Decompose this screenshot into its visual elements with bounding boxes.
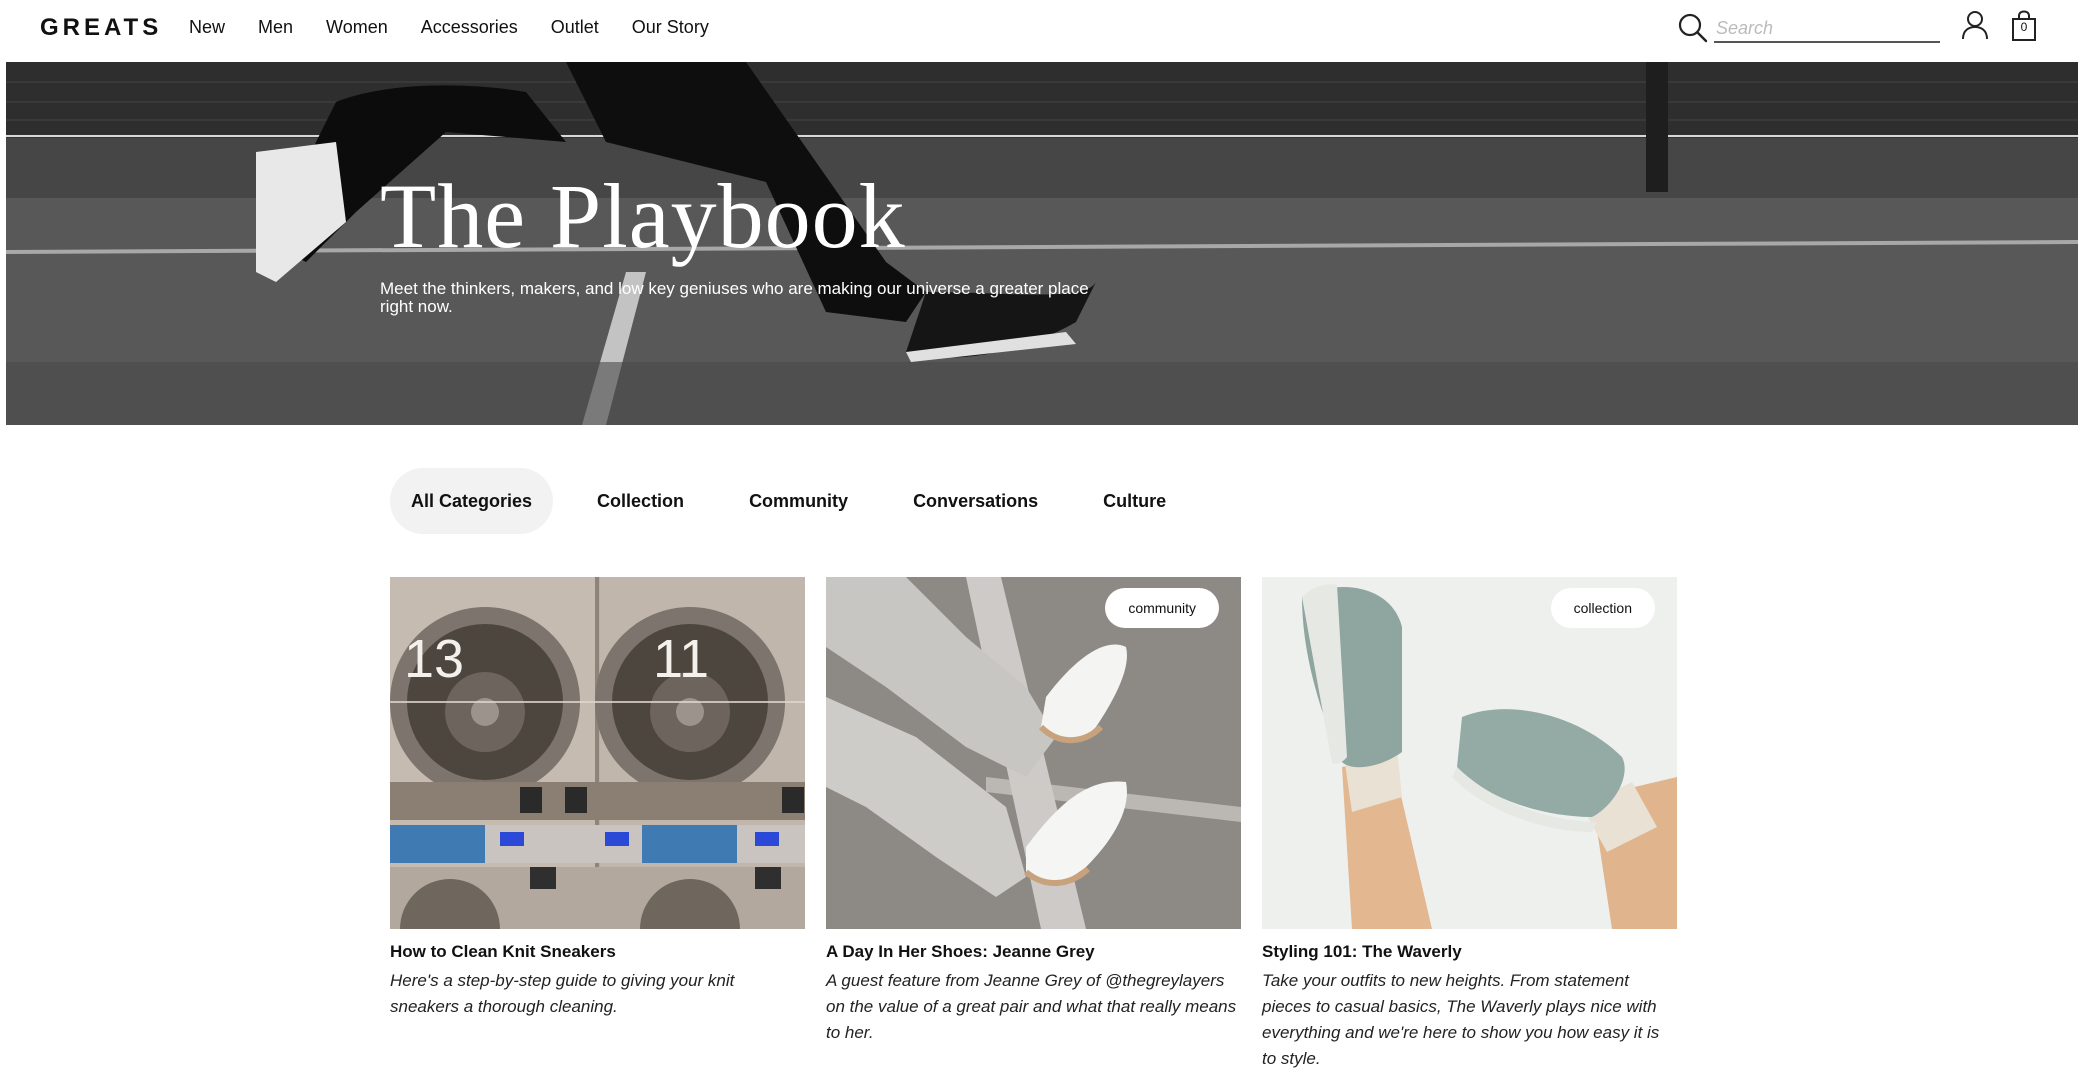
category-badge[interactable]: community bbox=[1105, 588, 1219, 628]
article-description: Here's a step-by-step guide to giving yo… bbox=[390, 971, 735, 1016]
bag-count: 0 bbox=[2020, 20, 2028, 34]
hero-image bbox=[6, 62, 2078, 425]
site-header: GREATS New Men Women Accessories Outlet … bbox=[0, 0, 2084, 62]
nav-item-accessories[interactable]: Accessories bbox=[421, 17, 518, 38]
article-card[interactable]: community A Day In Her Shoes: Jeanne Gre… bbox=[826, 577, 1241, 1046]
account-icon[interactable] bbox=[1961, 10, 1989, 40]
page-title: The Playbook bbox=[380, 165, 906, 267]
article-description: A guest feature from Jeanne Grey of @the… bbox=[826, 971, 1237, 1042]
article-title[interactable]: A Day In Her Shoes: Jeanne Grey bbox=[826, 942, 1241, 962]
article-description: Take your outfits to new heights. From s… bbox=[1262, 971, 1660, 1068]
nav-item-our-story[interactable]: Our Story bbox=[632, 17, 709, 38]
category-badge[interactable]: collection bbox=[1550, 588, 1655, 628]
search-icon[interactable] bbox=[1678, 13, 1708, 43]
article-image[interactable]: community bbox=[826, 577, 1241, 929]
nav-item-women[interactable]: Women bbox=[326, 17, 388, 38]
article-image[interactable]: collection bbox=[1262, 577, 1677, 929]
search-input[interactable] bbox=[1714, 15, 1940, 43]
tab-community[interactable]: Community bbox=[728, 468, 869, 534]
article-title[interactable]: Styling 101: The Waverly bbox=[1262, 942, 1677, 962]
image-number-11: 11 bbox=[653, 629, 709, 689]
image-number-13: 13 bbox=[404, 629, 464, 689]
hero-banner: The Playbook Meet the thinkers, makers, … bbox=[6, 62, 2078, 425]
category-tabs: All Categories Collection Community Conv… bbox=[390, 468, 1210, 534]
tab-conversations[interactable]: Conversations bbox=[892, 468, 1059, 534]
nav-item-new[interactable]: New bbox=[189, 17, 225, 38]
tab-all-categories[interactable]: All Categories bbox=[390, 468, 554, 534]
nav-item-men[interactable]: Men bbox=[258, 17, 293, 38]
article-image[interactable]: 13 11 bbox=[390, 577, 805, 929]
tab-culture[interactable]: Culture bbox=[1082, 468, 1187, 534]
article-card[interactable]: 13 11 How to Clean Knit Sneakers Here's … bbox=[390, 577, 805, 1020]
page-subtitle: Meet the thinkers, makers, and low key g… bbox=[380, 279, 1089, 316]
article-title[interactable]: How to Clean Knit Sneakers bbox=[390, 942, 805, 962]
logo[interactable]: GREATS bbox=[40, 14, 162, 42]
main-nav: New Men Women Accessories Outlet Our Sto… bbox=[189, 17, 742, 38]
search-bar bbox=[1678, 11, 1940, 43]
nav-item-outlet[interactable]: Outlet bbox=[551, 17, 599, 38]
tab-collection[interactable]: Collection bbox=[576, 468, 705, 534]
article-card[interactable]: collection Styling 101: The Waverly Take… bbox=[1262, 577, 1677, 1072]
